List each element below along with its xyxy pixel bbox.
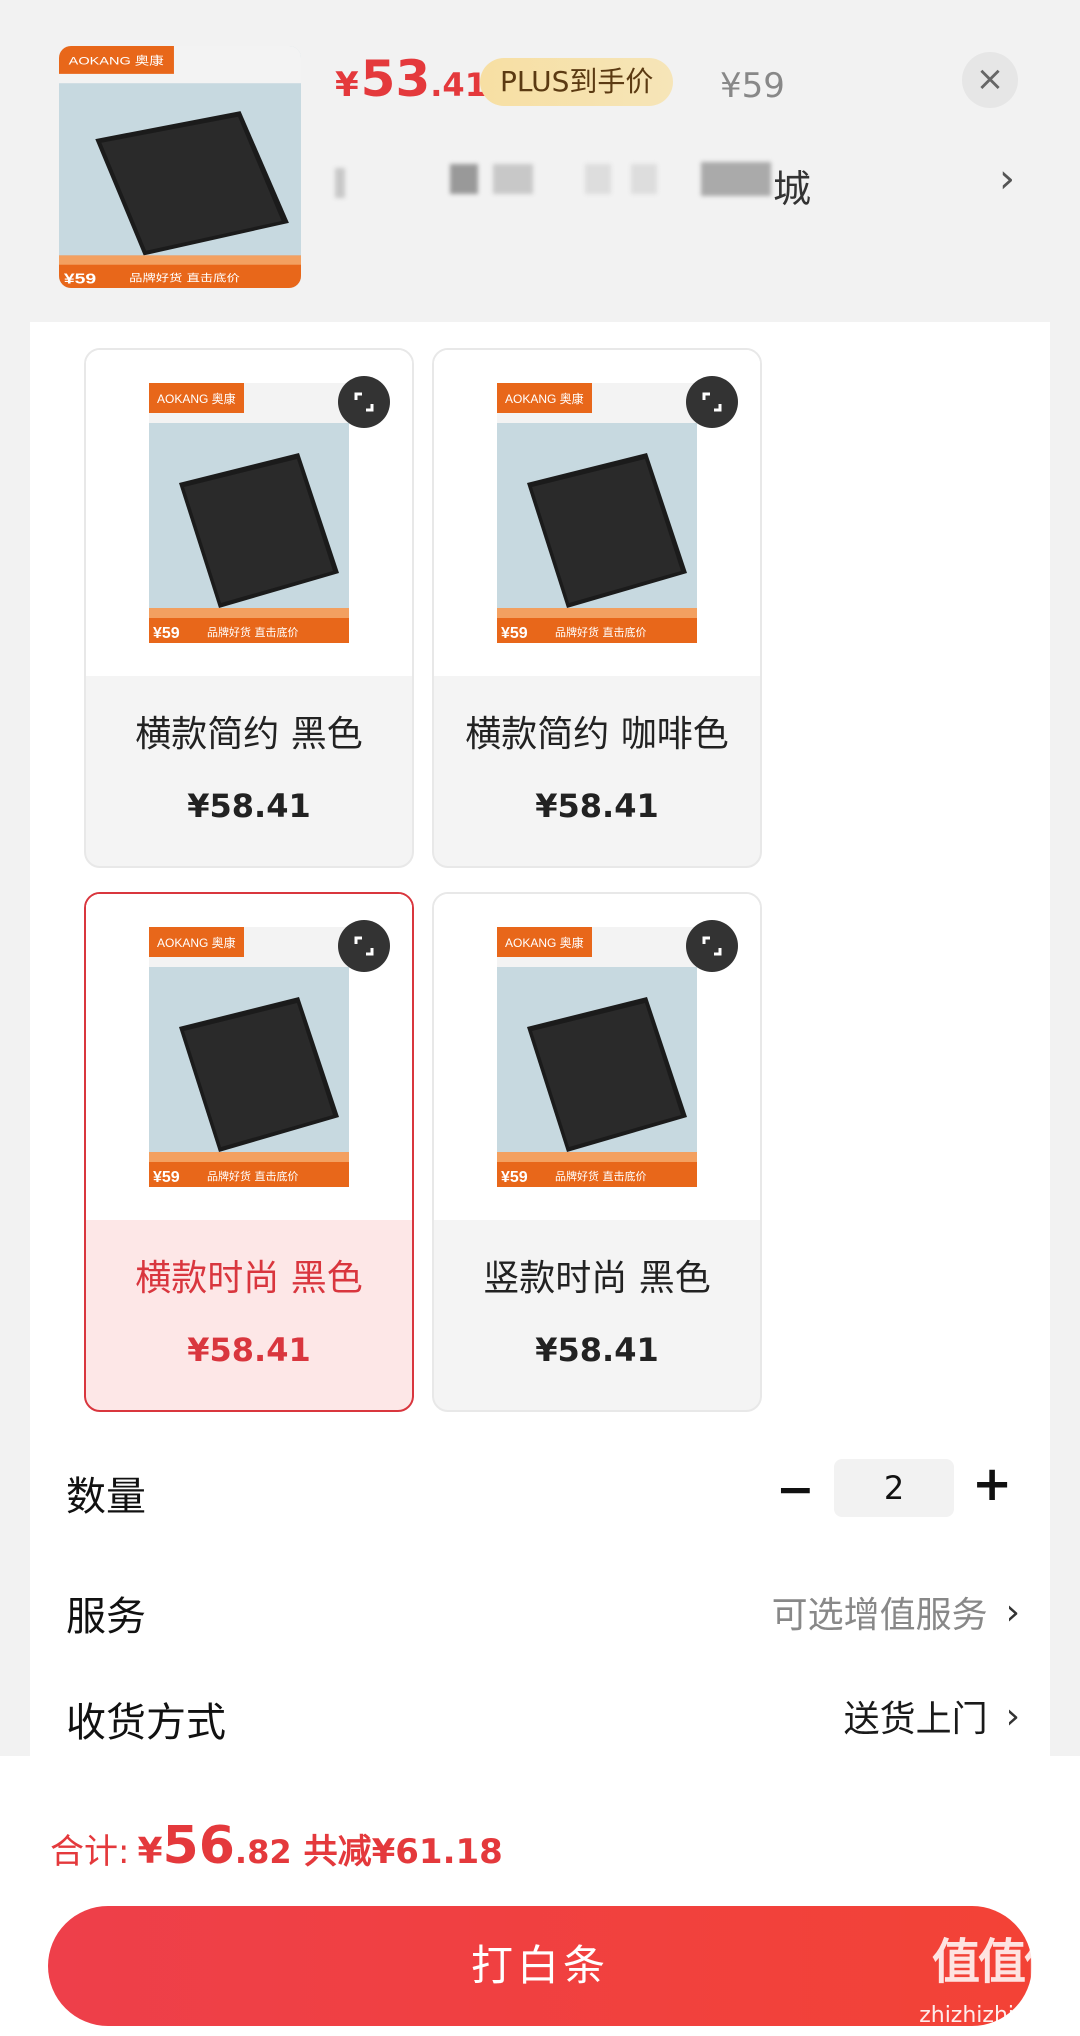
redacted-text	[631, 164, 657, 194]
total-price: 合计: ¥ 56 .82 共减¥61.18	[50, 1816, 503, 1876]
quantity-minus-button[interactable]: −	[776, 1462, 815, 1516]
redacted-text	[701, 162, 771, 196]
redacted-text	[585, 164, 611, 194]
variant-card[interactable]: 横款简约 黑色 ¥58.41	[84, 348, 414, 868]
expand-icon[interactable]	[338, 376, 390, 428]
total-integer: 56	[162, 1816, 235, 1876]
variant-price: ¥58.41	[187, 787, 311, 825]
wallet-image	[59, 46, 301, 288]
original-price: ¥59	[720, 66, 785, 106]
price-decimal: .41	[430, 66, 487, 104]
service-row[interactable]: 可选增值服务 ›	[772, 1586, 1020, 1638]
quantity-label: 数量	[66, 1474, 146, 1520]
total-decimal: .82	[234, 1833, 292, 1871]
chevron-right-icon: ›	[999, 156, 1015, 202]
delivery-label: 收货方式	[66, 1700, 226, 1746]
delivery-value: 送货上门	[843, 1699, 988, 1740]
variant-label: 竖款时尚 黑色	[483, 1258, 711, 1299]
quantity-plus-button[interactable]: +	[972, 1456, 1012, 1512]
product-header: ¥ 53 .41 PLUS到手价 ¥59 × 城 ›	[0, 0, 1080, 322]
shop-row[interactable]: 城 ›	[335, 150, 1015, 211]
expand-icon[interactable]	[686, 376, 738, 428]
quantity-input[interactable]: 2	[834, 1459, 954, 1517]
service-label: 服务	[66, 1594, 146, 1640]
product-thumbnail[interactable]	[59, 46, 301, 288]
current-price: ¥ 53 .41	[335, 50, 487, 108]
variant-price: ¥58.41	[535, 787, 659, 825]
plus-price-tag: PLUS到手价	[480, 58, 674, 106]
expand-icon[interactable]	[686, 920, 738, 972]
delivery-row[interactable]: 送货上门 ›	[844, 1690, 1020, 1742]
variant-label: 横款简约 咖啡色	[465, 714, 729, 755]
variant-price: ¥58.41	[535, 1331, 659, 1369]
redacted-text	[335, 168, 345, 198]
price-integer: 53	[360, 50, 431, 108]
watermark-url: zhizhizhi.com	[919, 2003, 1068, 2028]
variant-price: ¥58.41	[187, 1331, 311, 1369]
pay-baitiao-button[interactable]: 打白条	[48, 1906, 1032, 2026]
variant-card[interactable]: 竖款时尚 黑色 ¥58.41	[432, 892, 762, 1412]
price-symbol: ¥	[335, 65, 359, 105]
total-symbol: ¥	[137, 1831, 163, 1872]
watermark: 值值值	[931, 1934, 1072, 1990]
redacted-text	[493, 164, 533, 194]
sku-panel: 横款简约 黑色 ¥58.41 横款简约 咖啡色 ¥58.41 横款时尚 黑色 ¥…	[30, 322, 1050, 1762]
variant-label: 横款简约 黑色	[135, 714, 363, 755]
total-savings: 共减¥61.18	[303, 1832, 503, 1872]
expand-icon[interactable]	[338, 920, 390, 972]
chevron-right-icon: ›	[1005, 1591, 1020, 1633]
checkout-footer: 合计: ¥ 56 .82 共减¥61.18 打白条 值值值 zhizhizhi.…	[0, 1756, 1080, 2036]
total-label: 合计:	[50, 1832, 130, 1872]
service-value: 可选增值服务	[771, 1595, 988, 1636]
variant-card[interactable]: 横款简约 咖啡色 ¥58.41	[432, 348, 762, 868]
chevron-right-icon: ›	[1005, 1695, 1020, 1737]
variant-card-selected[interactable]: 横款时尚 黑色 ¥58.41	[84, 892, 414, 1412]
shop-name: 城	[773, 167, 814, 211]
variant-label: 横款时尚 黑色	[135, 1258, 363, 1299]
redacted-text	[450, 164, 478, 194]
close-button[interactable]: ×	[962, 52, 1018, 108]
